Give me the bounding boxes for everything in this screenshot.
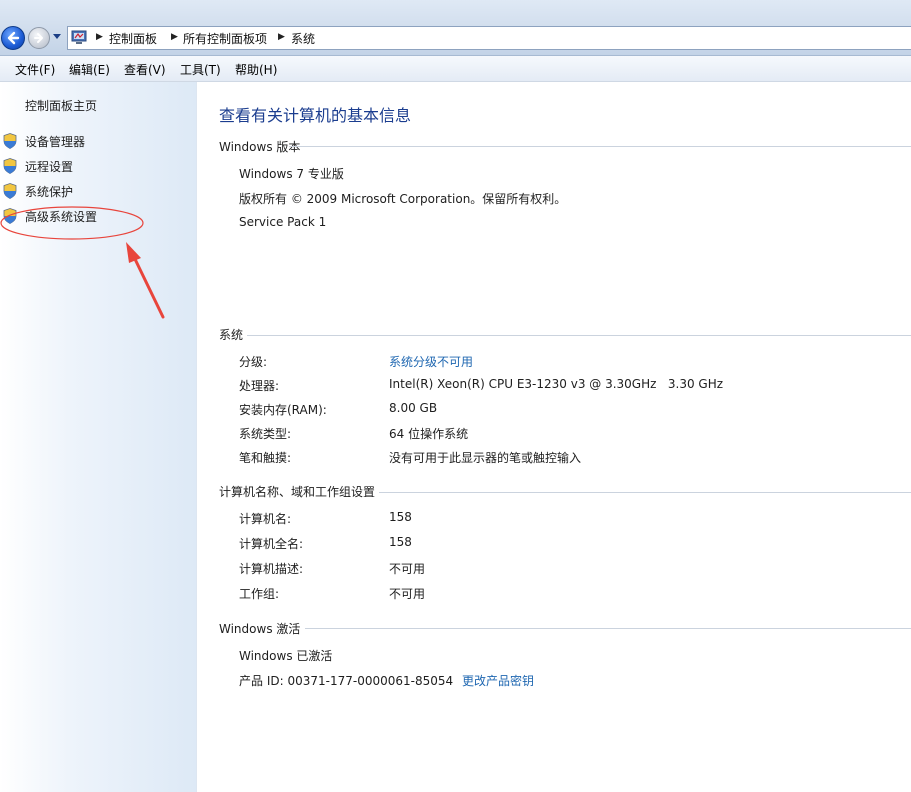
edition-copyright: 版权所有 © 2009 Microsoft Corporation。保留所有权利… xyxy=(239,192,567,206)
section-heading-system: 系统 xyxy=(219,328,244,342)
system-rating-link[interactable]: 系统分级不可用 xyxy=(389,353,473,370)
sidebar-link-system-protection[interactable]: 系统保护 xyxy=(25,183,73,200)
menu-tools[interactable]: 工具(T) xyxy=(180,61,221,78)
breadcrumb-separator-icon[interactable]: ▶ xyxy=(171,32,178,42)
task-sidebar: 控制面板主页 设备管理器 远程设置 系统保护 高级系统设置 xyxy=(0,82,197,792)
address-field[interactable]: ▶ 控制面板 ▶ 所有控制面板项 ▶ 系统 xyxy=(67,26,911,50)
activation-status: Windows 已激活 xyxy=(239,649,333,663)
control-panel-icon xyxy=(71,30,87,44)
breadcrumb-all-items[interactable]: 所有控制面板项 xyxy=(183,30,267,47)
computer-description-value: 不可用 xyxy=(389,562,426,576)
back-button[interactable] xyxy=(1,26,25,50)
ram-label: 安装内存(RAM): xyxy=(239,403,327,417)
edition-name: Windows 7 专业版 xyxy=(239,167,344,181)
menu-view[interactable]: 查看(V) xyxy=(124,61,166,78)
full-computer-name-value: 158 xyxy=(389,535,412,549)
page-title: 查看有关计算机的基本信息 xyxy=(219,106,412,125)
change-product-key-link[interactable]: 更改产品密钥 xyxy=(462,672,534,689)
sidebar-link-advanced-system-settings[interactable]: 高级系统设置 xyxy=(25,208,97,225)
computer-name-value: 158 xyxy=(389,510,412,524)
section-heading-computer-name: 计算机名称、域和工作组设置 xyxy=(219,485,376,499)
main-content: 查看有关计算机的基本信息 Windows 版本 Windows 7 专业版 版权… xyxy=(197,82,911,792)
arrow-right-icon xyxy=(34,33,43,43)
product-id: 产品 ID: 00371-177-0000061-85054 xyxy=(239,674,454,688)
section-divider xyxy=(379,492,911,493)
address-bar-area: ▶ 控制面板 ▶ 所有控制面板项 ▶ 系统 xyxy=(0,0,911,56)
menu-file[interactable]: 文件(F) xyxy=(15,61,55,78)
control-panel-home-link[interactable]: 控制面板主页 xyxy=(25,97,97,114)
uac-shield-icon xyxy=(3,183,17,199)
pen-touch-value: 没有可用于此显示器的笔或触控输入 xyxy=(389,451,582,465)
ram-value: 8.00 GB xyxy=(389,401,438,415)
menu-help[interactable]: 帮助(H) xyxy=(235,61,277,78)
uac-shield-icon xyxy=(3,158,17,174)
menu-bar: 文件(F) 编辑(E) 查看(V) 工具(T) 帮助(H) xyxy=(0,56,911,82)
sidebar-link-remote-settings[interactable]: 远程设置 xyxy=(25,158,73,175)
workgroup-label: 工作组: xyxy=(239,587,280,601)
computer-description-label: 计算机描述: xyxy=(239,562,304,576)
recent-pages-dropdown-icon[interactable] xyxy=(53,34,61,40)
sidebar-link-device-manager[interactable]: 设备管理器 xyxy=(25,133,85,150)
section-heading-activation: Windows 激活 xyxy=(219,622,301,636)
section-divider xyxy=(247,335,911,336)
processor-label: 处理器: xyxy=(239,379,280,393)
pen-touch-label: 笔和触摸: xyxy=(239,451,292,465)
breadcrumb-separator-icon[interactable]: ▶ xyxy=(96,32,103,42)
uac-shield-icon xyxy=(3,208,17,224)
forward-button[interactable] xyxy=(28,27,50,49)
processor-value: Intel(R) Xeon(R) CPU E3-1230 v3 @ 3.30GH… xyxy=(389,377,724,391)
section-divider xyxy=(289,146,911,147)
breadcrumb-control-panel[interactable]: 控制面板 xyxy=(109,30,157,47)
arrow-left-icon xyxy=(7,31,20,45)
system-type-label: 系统类型: xyxy=(239,427,292,441)
breadcrumb-system[interactable]: 系统 xyxy=(291,30,315,47)
breadcrumb-separator-icon[interactable]: ▶ xyxy=(278,32,285,42)
system-rating-label: 分级: xyxy=(239,355,268,369)
workgroup-value: 不可用 xyxy=(389,587,426,601)
section-divider xyxy=(305,628,911,629)
full-computer-name-label: 计算机全名: xyxy=(239,537,304,551)
menu-edit[interactable]: 编辑(E) xyxy=(69,61,110,78)
edition-service-pack: Service Pack 1 xyxy=(239,215,327,229)
system-type-value: 64 位操作系统 xyxy=(389,427,469,441)
uac-shield-icon xyxy=(3,133,17,149)
computer-name-label: 计算机名: xyxy=(239,512,292,526)
